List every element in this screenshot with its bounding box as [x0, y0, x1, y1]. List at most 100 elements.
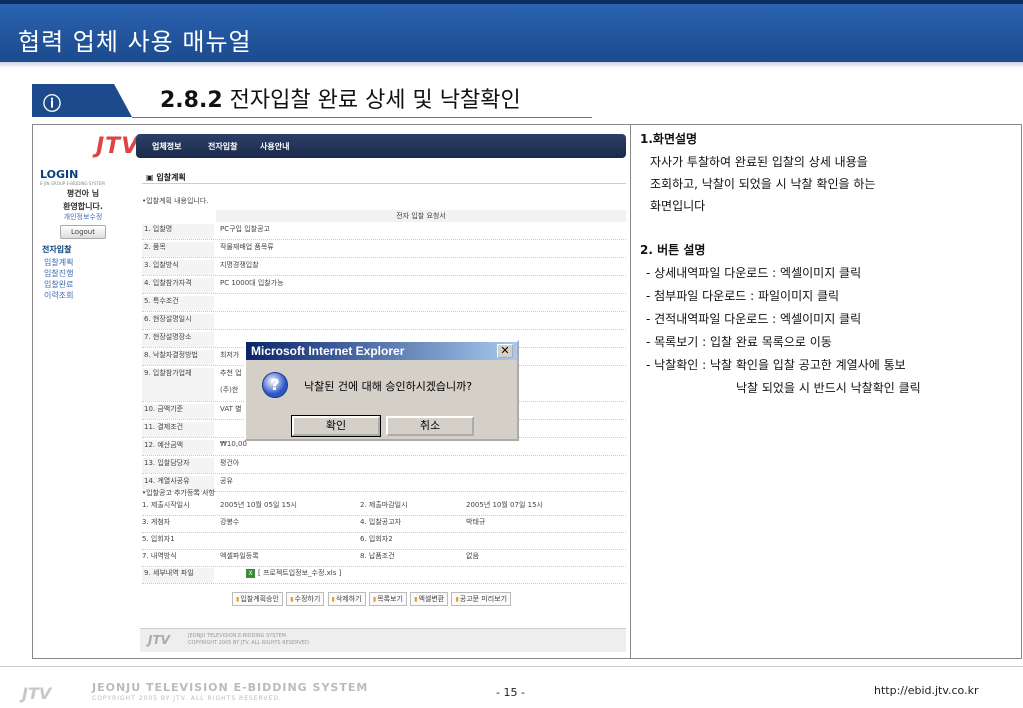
button-desc-heading: 2. 버튼 설명	[640, 243, 706, 257]
form-row-value: 공유	[220, 477, 233, 485]
form-row-value: 최저가	[220, 351, 240, 359]
form-row-label: 12. 예산금액	[142, 440, 214, 455]
form-row-label: 5. 특수조건	[142, 296, 214, 311]
intro-text: •입찰계획 내용입니다.	[142, 197, 209, 205]
form-row-label: 2. 품목	[142, 242, 214, 257]
additional-row-value: 박태규	[466, 518, 486, 526]
app-screenshot: JTV 업체정보 전자입찰 사용안내 LOGIN E-JIN GROUP E-B…	[36, 128, 628, 655]
sidebar-item-complete[interactable]: 입찰완료	[44, 279, 73, 290]
footer-copyright: COPYRIGHT 2005 BY JTV. ALL RIGHTS RESERV…	[188, 640, 311, 646]
nav-item-ebid[interactable]: 전자입찰	[208, 141, 237, 152]
login-subtitle: E-JIN GROUP E-BIDDING SYSTEM	[40, 181, 105, 186]
screen-desc-line: 조회하고, 낙찰이 되었을 시 낙찰 확인을 하는	[650, 177, 876, 191]
form-row: 5. 특수조건	[142, 296, 626, 312]
form-row-value: VAT 별	[220, 405, 242, 413]
page-heading: ▣ 입찰계획	[146, 173, 186, 182]
heading-rule	[142, 183, 626, 184]
additional-row: 3. 게첨자 강봉수 4. 입찰공고자 박태규	[142, 517, 626, 533]
form-row: 13. 입찰담당자 평건아	[142, 458, 626, 474]
additional-row: 1. 제출시작일시 2005년 10월 05일 15시 2. 제출마감일시 2005년…	[142, 500, 626, 516]
preview-notice-button[interactable]: 공고문 미리보기	[451, 592, 512, 606]
additional-row-label: 6. 입회자2	[360, 535, 393, 543]
form-row-value: PC구입 입찰공고	[220, 225, 270, 233]
additional-row-value: 엑셀파일등록	[220, 552, 259, 560]
additional-row-label: 3. 게첨자	[142, 518, 171, 526]
sidebar-item-progress[interactable]: 입찰진행	[44, 268, 73, 279]
site-url[interactable]: http://ebid.jtv.co.kr	[874, 684, 978, 697]
additional-row-value: 2005년 10월 05일 15시	[220, 501, 297, 509]
sidebar-item-history[interactable]: 이력조회	[44, 290, 73, 301]
action-buttons: 입찰계획승인 수정하기 삭제하기 목록보기 엑셀변환 공고문 미리보기	[232, 592, 512, 606]
footer-rule	[0, 666, 1023, 667]
form-row-value: PC 1000대 입찰가능	[220, 279, 284, 287]
additional-row-value: 강봉수	[220, 518, 240, 526]
form-row-label: 3. 입찰방식	[142, 260, 214, 275]
additional-row: 5. 입회자1 6. 입회자2	[142, 534, 626, 550]
form-row-value: 작물재배업 품목류	[220, 243, 274, 251]
form-row-label: 4. 입찰참가자격	[142, 278, 214, 293]
detail-file-row: 9. 세부내역 파일 X[ 프로젝트입정보_수정.xls ]	[142, 568, 626, 584]
footer-jtv-logo: JTV	[22, 684, 52, 703]
form-row-value: (주)한	[220, 386, 239, 394]
close-icon[interactable]: ✕	[497, 344, 513, 358]
page-number: - 15 -	[496, 686, 525, 699]
title-underline	[132, 117, 592, 118]
dialog-title: Microsoft Internet Explorer	[246, 342, 517, 360]
confirm-dialog: Microsoft Internet Explorer ✕ ? 낙찰된 건에 대…	[244, 340, 519, 441]
edit-button[interactable]: 수정하기	[286, 592, 325, 606]
form-row-value: 추천 업	[220, 369, 242, 377]
additional-row-value: 2005년 10월 07일 15시	[466, 501, 543, 509]
form-row-label: 8. 낙찰자결정방법	[142, 350, 214, 365]
grid-header: 전자 입찰 요청서	[216, 210, 626, 222]
form-row-value: 평건아	[220, 459, 240, 467]
button-desc-item: - 상세내역파일 다운로드 : 엑셀이미지 클릭	[646, 266, 862, 280]
nav-item-company[interactable]: 업체정보	[152, 141, 181, 152]
additional-row: 7. 내역방식 엑셀파일등록 8. 납품조건 없음	[142, 551, 626, 567]
form-row-value: ₩10,00	[220, 440, 247, 448]
additional-row-label: 7. 내역방식	[142, 552, 177, 560]
banner-title: 협력 업체 사용 매뉴얼	[18, 28, 252, 56]
footer-logo: JTV	[148, 633, 170, 647]
form-row: 3. 입찰방식 지명경쟁입찰	[142, 260, 626, 276]
sidebar-item-plan[interactable]: 입찰계획	[44, 257, 73, 268]
login-box: LOGIN E-JIN GROUP E-BIDDING SYSTEM 평건아 님…	[40, 168, 126, 242]
login-title: LOGIN	[40, 168, 79, 181]
form-row-label: 13. 입찰담당자	[142, 458, 214, 473]
detail-file-name[interactable]: [ 프로젝트입정보_수정.xls ]	[258, 569, 341, 577]
form-row: 4. 입찰참가자격 PC 1000대 입찰가능	[142, 278, 626, 294]
explanation-panel: 1.화면설명 자사가 투찰하여 완료된 입찰의 상세 내용을 조회하고, 낙찰이…	[640, 128, 1016, 400]
sidebar-heading: 전자입찰	[42, 245, 72, 254]
header-banner: 협력 업체 사용 매뉴얼	[0, 0, 1023, 62]
additional-row-label: 4. 입찰공고자	[360, 518, 402, 526]
button-desc-item: - 견적내역파일 다운로드 : 엑셀이미지 클릭	[646, 312, 862, 326]
button-desc-item: - 목록보기 : 입찰 완료 목록으로 이동	[646, 335, 832, 349]
ok-button[interactable]: 확인	[291, 415, 381, 437]
form-row: 6. 현장설명일시	[142, 314, 626, 330]
dialog-message: 낙찰된 건에 대해 승인하시겠습니까?	[304, 380, 473, 393]
approve-plan-button[interactable]: 입찰계획승인	[232, 592, 283, 606]
edit-profile-link[interactable]: 개인정보수정	[40, 212, 126, 222]
list-button[interactable]: 목록보기	[368, 592, 407, 606]
info-icon: ⓘ	[43, 94, 61, 115]
form-row: 12. 예산금액 ₩10,00	[142, 440, 626, 456]
nav-item-guide[interactable]: 사용안내	[260, 141, 289, 152]
screen-desc-line: 자사가 투찰하여 완료된 입찰의 상세 내용을	[650, 155, 868, 169]
button-desc-item: - 첨부파일 다운로드 : 파일이미지 클릭	[646, 289, 840, 303]
section-title: 2.8.2 전자입찰 완료 상세 및 낙찰확인	[160, 88, 521, 113]
top-nav: 업체정보 전자입찰 사용안내	[136, 134, 626, 158]
button-desc-continued: 낙찰 되었을 시 반드시 낙찰확인 클릭	[736, 381, 921, 395]
frame-divider	[630, 124, 631, 659]
cancel-button[interactable]: 취소	[386, 416, 474, 436]
additional-row-label: 1. 제출시작일시	[142, 501, 190, 509]
additional-title: •입찰공고 추가등록 사항	[142, 489, 215, 497]
banner-shadow	[0, 62, 1023, 68]
delete-button[interactable]: 삭제하기	[327, 592, 366, 606]
excel-icon[interactable]: X	[246, 568, 255, 578]
additional-row-label: 5. 입회자1	[142, 535, 175, 543]
footer-title: JEONJU TELEVISION E-BIDDING SYSTEM	[188, 633, 286, 639]
jtv-logo: JTV	[96, 134, 140, 159]
additional-row-label: 8. 납품조건	[360, 552, 395, 560]
additional-row-label: 2. 제출마감일시	[360, 501, 408, 509]
excel-convert-button[interactable]: 엑셀변환	[410, 592, 449, 606]
logout-button[interactable]: Logout	[60, 225, 106, 239]
